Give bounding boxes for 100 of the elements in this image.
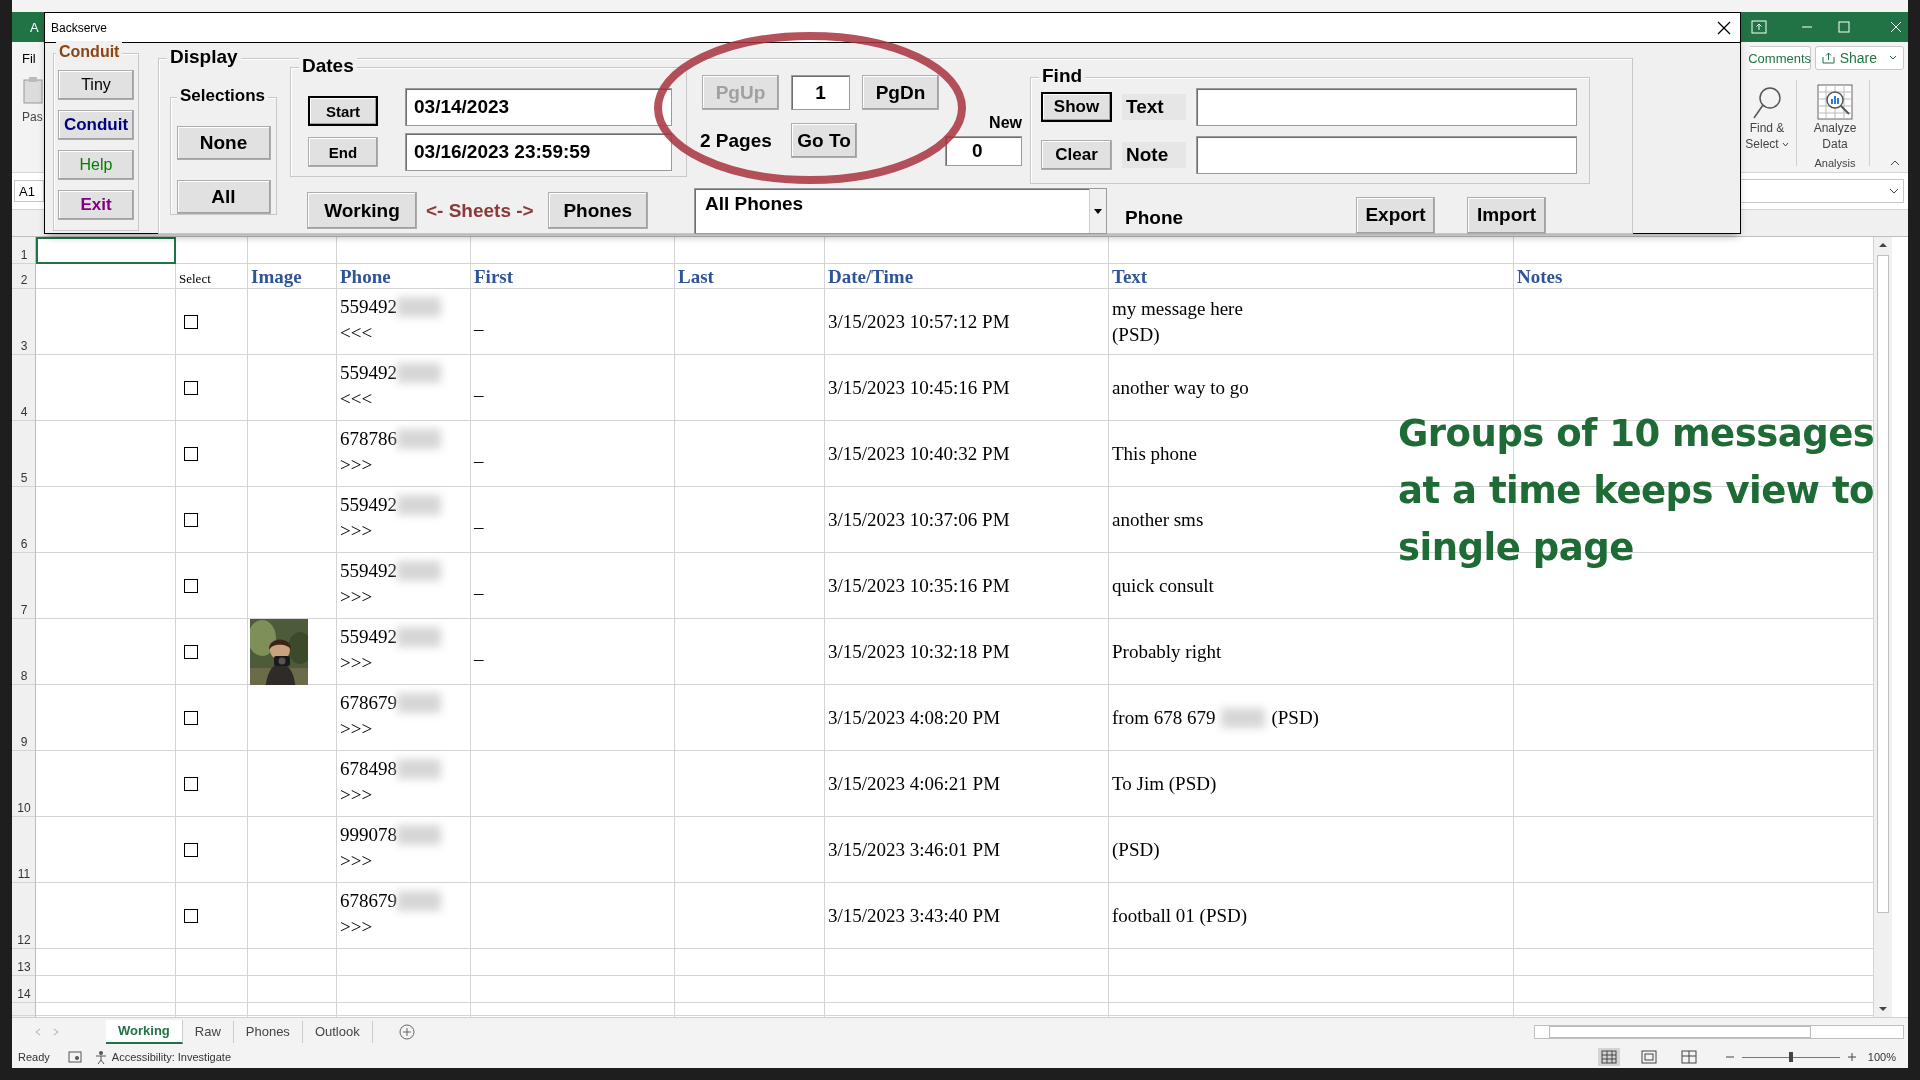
comments-button[interactable]: Comments [1749,46,1811,70]
horizontal-scrollbar[interactable] [1534,1024,1904,1039]
analyze-data-label[interactable]: Analyze Data [1813,120,1857,152]
table-cell-text: quick consult [1112,574,1214,598]
table-cell-text: my message here (PSD) [1112,297,1243,347]
note-search-field[interactable] [1196,136,1577,174]
checkbox[interactable] [184,447,198,461]
menu-button[interactable]: Help [58,150,134,180]
sheet-tab[interactable]: Raw [182,1020,234,1043]
redaction-blur [397,825,441,845]
zoom-slider[interactable] [1741,1050,1840,1063]
row-number: 8 [20,669,28,683]
table-cell: – [474,450,484,472]
page-number-field[interactable]: 1 [791,75,850,110]
menu-button[interactable]: Conduit [58,110,134,140]
export-button[interactable]: Export [1356,196,1435,234]
close-icon[interactable] [1717,20,1731,35]
ribbon-tab[interactable]: Fil [22,50,36,66]
checkbox[interactable] [184,579,198,593]
phone-dropdown[interactable]: All Phones [694,188,1107,234]
show-button[interactable]: Show [1041,92,1112,122]
row-number: 12 [17,933,31,947]
end-button[interactable]: End [308,137,378,167]
checkbox[interactable] [184,513,198,527]
name-box[interactable]: A1 [14,180,44,202]
table-cell: 3/15/2023 4:08:20 PM [828,707,1001,729]
table-cell-text: Probably right [1112,640,1222,664]
dropdown-arrow-icon [1094,208,1102,214]
sheet-button[interactable]: Working [307,192,417,229]
checkbox[interactable] [184,711,198,725]
column-header: Date/Time [828,266,914,288]
start-date-field[interactable]: 03/14/2023 [405,88,672,126]
table-cell: – [474,384,484,406]
selected-cell[interactable] [36,237,176,264]
find-select-label[interactable]: Find & Select [1745,120,1789,152]
row-number: 5 [20,471,28,485]
page-down-button[interactable]: PgDn [862,75,939,110]
zoom-slider-thumb[interactable] [1788,1051,1793,1062]
checkbox[interactable] [184,843,198,857]
checkbox[interactable] [184,315,198,329]
sheet-tab[interactable]: Phones [233,1020,303,1043]
text-search-field[interactable] [1196,88,1577,126]
expand-icon[interactable] [1889,188,1899,194]
start-button[interactable]: Start [308,96,378,126]
sheet-tab[interactable]: Outlook [302,1020,373,1043]
redaction-blur [397,495,441,515]
table-cell-text: This phone [1112,442,1197,466]
accessibility-status[interactable]: Accessibility: Investigate [111,1050,231,1063]
table-cell-text: football 01 (PSD) [1112,904,1248,928]
row-number: 9 [20,735,28,749]
column-header: Text [1112,266,1148,288]
phone-label: Phone [1125,207,1184,229]
selection-button[interactable]: All [176,180,271,214]
row-number: 1 [20,248,28,262]
checkbox[interactable] [184,909,198,923]
menu-button[interactable]: Tiny [58,70,134,100]
clear-button[interactable]: Clear [1041,140,1112,170]
new-count-field: 0 [945,136,1022,166]
collapse-icon[interactable] [1890,160,1900,166]
sheet-tab[interactable]: Working [106,1019,183,1044]
normal-view-button[interactable] [1597,1047,1620,1066]
menu-button[interactable]: Exit [58,190,134,220]
share-button[interactable]: Share [1814,46,1904,70]
zoom-in-icon[interactable] [1847,1052,1856,1061]
direction-marker: >>> [340,849,373,873]
status-text: Ready [18,1050,50,1063]
phone-number: 678679 [340,691,397,715]
phone-number: 678786 [340,427,397,451]
ribbon-display-icon[interactable] [1751,20,1767,34]
scrollbar-thumb[interactable] [1877,255,1889,913]
add-sheet-icon[interactable] [398,1023,415,1040]
maximize-icon[interactable] [1838,21,1850,33]
row-number: 13 [17,960,31,974]
selection-button[interactable]: None [176,126,271,160]
direction-marker: >>> [340,915,373,939]
table-cell: – [474,516,484,538]
column-header: Select [179,271,211,287]
sheet-button[interactable]: Phones [547,192,648,229]
go-to-button[interactable]: Go To [791,123,857,158]
table-cell: – [474,648,484,670]
checkbox[interactable] [184,645,198,659]
table-cell: 3/15/2023 10:45:16 PM [828,377,1010,399]
row-number: 11 [17,867,31,881]
analyze-data-icon[interactable] [1817,84,1853,120]
group-label: Analysis [1814,156,1856,171]
table-cell: 3/15/2023 3:46:01 PM [828,839,1001,861]
phone-number: 559492 [340,361,397,385]
checkbox[interactable] [184,777,198,791]
accessibility-icon[interactable] [93,1049,108,1064]
direction-marker: >>> [340,585,373,609]
column-header: Last [678,266,714,288]
page-count: 2 Pages [700,129,773,152]
phone-number: 678679 [340,889,397,913]
zoom-percentage[interactable]: 100% [1867,1050,1896,1063]
checkbox[interactable] [184,381,198,395]
import-button[interactable]: Import [1467,196,1546,234]
redaction-blur [397,297,441,317]
end-date-field[interactable]: 03/16/2023 23:59:59 [405,133,672,171]
table-cell-text: another sms [1112,508,1204,532]
search-icon[interactable] [1752,86,1782,120]
